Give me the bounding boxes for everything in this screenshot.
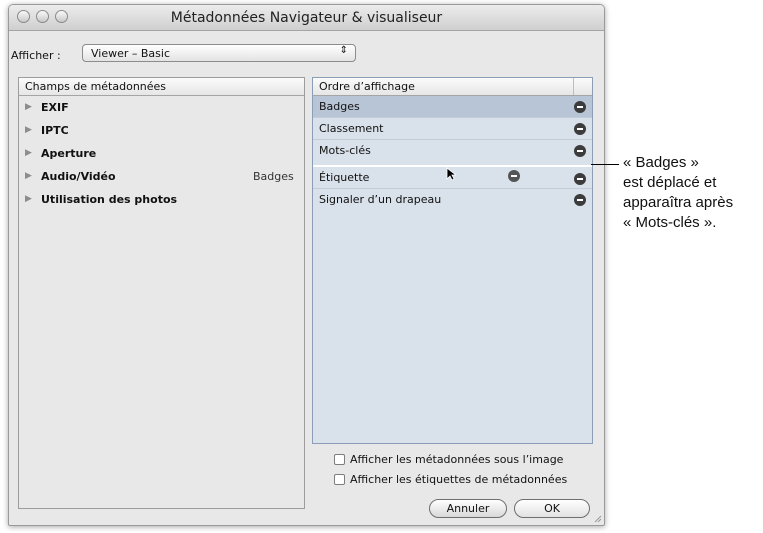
remove-icon[interactable] [574, 123, 586, 135]
ok-button[interactable]: OK [514, 499, 590, 518]
callout-line-4: « Mots-clés ». [623, 214, 717, 231]
view-label: Afficher : [11, 49, 61, 62]
remove-icon[interactable] [574, 101, 586, 113]
window-title: Métadonnées Navigateur & visualiseur [170, 10, 443, 26]
tree-item-exif[interactable]: ▶ EXIF [25, 100, 293, 120]
tree-item-label: Audio/Vidéo [41, 170, 116, 183]
show-labels-checkbox[interactable] [334, 474, 345, 485]
display-order-panel: Ordre d’affichage Badges Classement Mots… [312, 77, 593, 444]
metadata-fields-header-label: Champs de métadonnées [25, 80, 167, 93]
disclosure-triangle-icon[interactable]: ▶ [25, 125, 32, 135]
tree-item-photo-usage[interactable]: ▶ Utilisation des photos [25, 192, 293, 212]
callout-annotation: « Badges » est déplacé et apparaîtra apr… [623, 153, 733, 233]
order-row-classement[interactable]: Classement [313, 118, 592, 140]
order-row-drapeau[interactable]: Signaler d’un drapeau [313, 189, 592, 211]
tree-item-label: Utilisation des photos [41, 193, 178, 206]
metadata-fields-panel: Champs de métadonnées ▶ EXIF ▶ IPTC ▶ Ap… [18, 77, 305, 509]
order-row-mots-cles[interactable]: Mots-clés [313, 140, 592, 165]
metadata-window: Métadonnées Navigateur & visualiseur Aff… [8, 4, 605, 526]
order-row-label: Mots-clés [319, 144, 371, 157]
callout-line-1: « Badges » [623, 154, 699, 171]
order-row-label: Signaler d’un drapeau [319, 193, 442, 206]
callout-line-3: apparaîtra après [623, 194, 734, 211]
display-order-header-label: Ordre d’affichage [319, 80, 415, 93]
tree-item-label: IPTC [41, 124, 69, 137]
display-order-header: Ordre d’affichage [313, 78, 592, 96]
disclosure-triangle-icon[interactable]: ▶ [25, 102, 32, 112]
header-separator [573, 78, 574, 95]
remove-icon[interactable] [574, 194, 586, 206]
show-below-image-checkbox[interactable] [334, 454, 345, 465]
order-row-label: Classement [319, 122, 384, 135]
metadata-fields-header: Champs de métadonnées [19, 78, 304, 96]
callout-leader-line [591, 164, 619, 165]
view-select-value: Viewer – Basic [91, 47, 171, 60]
order-row-label: Étiquette [319, 171, 370, 184]
show-below-image-label: Afficher les métadonnées sous l’image [350, 453, 564, 466]
mouse-pointer-icon [446, 167, 456, 181]
cancel-button[interactable]: Annuler [429, 499, 507, 518]
chevron-updown-icon: ⇕ [339, 45, 348, 56]
remove-icon[interactable] [574, 145, 586, 157]
show-labels-label: Afficher les étiquettes de métadonnées [350, 473, 568, 486]
disclosure-triangle-icon[interactable]: ▶ [25, 148, 32, 158]
tree-item-label: Aperture [41, 147, 97, 160]
remove-icon[interactable] [574, 173, 586, 185]
dragged-remove-icon [508, 170, 520, 182]
resize-grip-icon[interactable] [592, 513, 602, 523]
drag-ghost-label: Badges [253, 170, 294, 183]
title-bar: Métadonnées Navigateur & visualiseur [9, 5, 604, 31]
tree-item-iptc[interactable]: ▶ IPTC [25, 123, 293, 143]
order-row-label: Badges [319, 100, 360, 113]
order-row-badges[interactable]: Badges [313, 96, 592, 118]
tree-item-aperture[interactable]: ▶ Aperture [25, 146, 293, 166]
disclosure-triangle-icon[interactable]: ▶ [25, 194, 32, 204]
callout-line-2: est déplacé et [623, 174, 717, 191]
tree-item-label: EXIF [41, 101, 69, 114]
disclosure-triangle-icon[interactable]: ▶ [25, 171, 32, 181]
view-select[interactable]: Viewer – Basic ⇕ [82, 44, 356, 62]
